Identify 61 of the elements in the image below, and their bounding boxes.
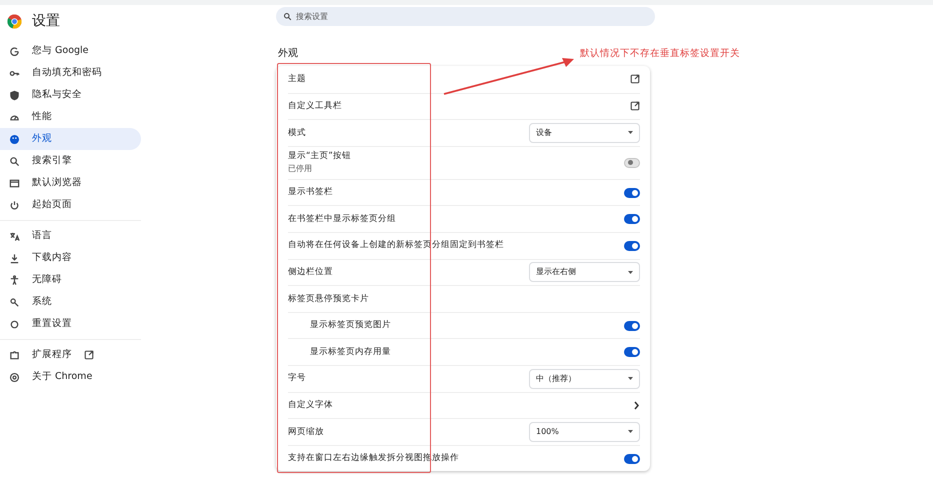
browser-window-icon <box>9 178 20 188</box>
sidebar-item[interactable]: 下载内容 <box>0 247 141 269</box>
wrench-icon <box>9 296 20 308</box>
toggle-switch[interactable] <box>624 240 640 251</box>
setting-label: 网页缩放 <box>288 426 324 438</box>
external-link-icon[interactable] <box>630 74 640 84</box>
sidebar-item[interactable]: 性能 <box>0 106 141 128</box>
page-title: 设置 <box>32 12 60 31</box>
sidebar-item[interactable]: 默认浏览器 <box>0 172 141 194</box>
toggle-switch[interactable] <box>624 347 640 358</box>
toggle-switch[interactable] <box>624 214 640 224</box>
setting-label: 在书签栏中显示标签页分组 <box>288 212 396 226</box>
sidebar-item[interactable]: 系统 <box>0 291 141 313</box>
dropdown[interactable]: 设备 <box>529 122 640 143</box>
toggle-switch[interactable] <box>624 320 640 331</box>
search-icon <box>9 156 20 166</box>
dropdown[interactable]: 中（推荐） <box>529 368 640 389</box>
sidebar-item[interactable]: 语言 <box>0 225 141 247</box>
sidebar-item[interactable]: 您与 Google <box>0 40 141 62</box>
toggle-switch[interactable] <box>624 188 640 198</box>
toggle-switch[interactable] <box>624 454 640 464</box>
accessibility-icon <box>9 274 20 286</box>
setting-label: 显示标签页内存用量 <box>310 346 391 359</box>
caret-icon <box>628 430 633 434</box>
section-title: 外观 <box>278 47 298 61</box>
download-icon <box>9 252 20 264</box>
group-heading: 标签页悬停预览卡片 <box>288 292 369 306</box>
setting-label: 自定义字体 <box>288 398 333 412</box>
setting-label: 显示“主页”按钮 <box>288 150 351 164</box>
caret-icon <box>628 131 633 134</box>
caret-icon <box>628 377 633 380</box>
sidebar-item[interactable]: 外观 <box>0 128 141 150</box>
sidebar-item[interactable]: 起始页面 <box>0 194 141 216</box>
sidebar-item[interactable]: 自动填充和密码 <box>0 62 141 84</box>
google-g-icon <box>9 46 20 56</box>
power-icon <box>9 200 20 210</box>
sidebar-item[interactable]: 隐私与安全 <box>0 84 141 106</box>
external-link-icon[interactable] <box>630 101 640 112</box>
chevron-right-icon[interactable] <box>633 400 640 410</box>
dropdown[interactable]: 100% <box>529 422 640 442</box>
annotation-text: 默认情况下不存在垂直标签设置开关 <box>580 47 740 61</box>
setting-label: 模式 <box>288 126 306 140</box>
setting-label: 主题 <box>288 72 306 86</box>
setting-label: 侧边栏位置 <box>288 266 333 279</box>
setting-label: 字号 <box>288 372 306 386</box>
search-icon <box>283 12 292 21</box>
sidebar-item[interactable]: 搜索引擎 <box>0 150 141 172</box>
sidebar-item[interactable]: 重置设置 <box>0 313 141 335</box>
sidebar-item[interactable]: 无障碍 <box>0 269 141 291</box>
caret-icon <box>628 270 633 274</box>
shield-icon <box>9 90 20 100</box>
translate-icon <box>9 230 20 242</box>
dropdown[interactable]: 显示在右侧 <box>529 262 640 282</box>
sidebar-item[interactable]: 关于 Chrome <box>0 366 141 388</box>
setting-label: 自定义工具栏 <box>288 100 342 113</box>
setting-label: 显示书签栏 <box>288 186 333 199</box>
toggle-switch[interactable] <box>624 158 640 168</box>
setting-label: 显示标签页预览图片 <box>310 319 391 332</box>
sidebar-item[interactable]: 扩展程序 <box>0 344 141 366</box>
search-field[interactable]: 搜索设置 <box>276 7 655 26</box>
setting-description: 已停用 <box>288 163 313 176</box>
